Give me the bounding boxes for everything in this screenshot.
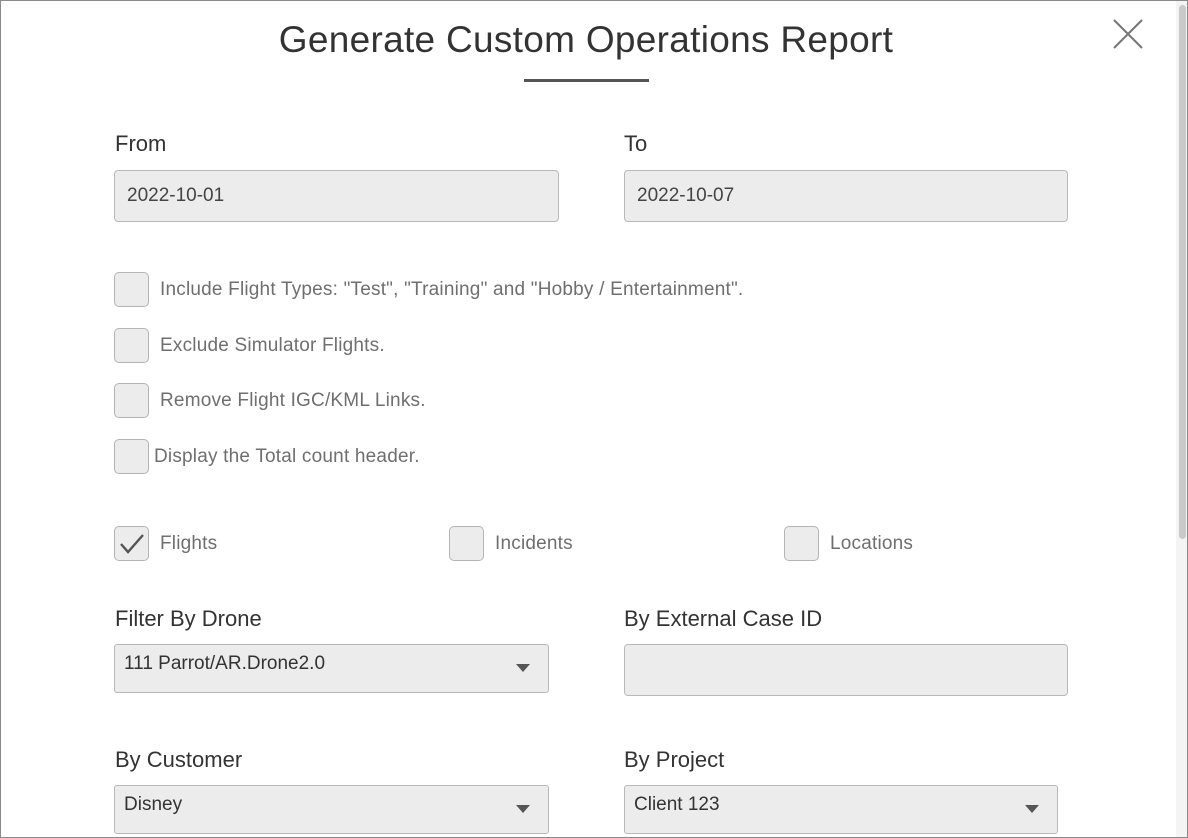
flights-checkbox[interactable] bbox=[114, 526, 149, 561]
dialog-title: Generate Custom Operations Report bbox=[278, 19, 894, 60]
filter-drone-label: Filter By Drone bbox=[115, 606, 262, 631]
chevron-down-icon bbox=[516, 664, 530, 672]
from-label: From bbox=[115, 131, 167, 156]
to-label: To bbox=[624, 131, 648, 156]
locations-checkbox[interactable] bbox=[784, 526, 819, 561]
report-dialog: Generate Custom Operations Report From 2… bbox=[0, 0, 1188, 838]
project-select-value: Client 123 bbox=[634, 794, 720, 815]
total-count-header-checkbox[interactable] bbox=[114, 439, 149, 474]
include-flight-types-label: Include Flight Types: "Test", "Training"… bbox=[160, 279, 744, 300]
close-icon bbox=[1113, 19, 1143, 49]
incidents-checkbox[interactable] bbox=[449, 526, 484, 561]
drone-select-value: 111 Parrot/AR.Drone2.0 bbox=[124, 653, 326, 674]
exclude-simulator-label: Exclude Simulator Flights. bbox=[160, 335, 385, 356]
chevron-down-icon bbox=[516, 805, 530, 813]
project-select[interactable]: Client 123 bbox=[624, 785, 1058, 834]
from-date-input[interactable]: 2022-10-01 bbox=[114, 170, 559, 222]
incidents-label: Incidents bbox=[495, 533, 573, 554]
total-count-header-label: Display the Total count header. bbox=[154, 446, 420, 467]
exclude-simulator-checkbox[interactable] bbox=[114, 328, 149, 363]
include-flight-types-checkbox[interactable] bbox=[114, 272, 149, 307]
close-button[interactable] bbox=[1111, 17, 1145, 51]
customer-select-value: Disney bbox=[124, 794, 183, 815]
drone-select[interactable]: 111 Parrot/AR.Drone2.0 bbox=[114, 644, 549, 693]
locations-label: Locations bbox=[830, 533, 914, 554]
flights-label: Flights bbox=[160, 533, 218, 554]
project-label: By Project bbox=[624, 747, 725, 772]
external-case-id-label: By External Case ID bbox=[624, 606, 823, 631]
scrollbar-thumb[interactable] bbox=[1179, 5, 1186, 539]
customer-label: By Customer bbox=[115, 747, 243, 772]
vertical-scrollbar[interactable] bbox=[1176, 1, 1187, 837]
remove-links-label: Remove Flight IGC/KML Links. bbox=[160, 390, 426, 411]
external-case-id-input[interactable] bbox=[624, 644, 1068, 696]
chevron-down-icon bbox=[1025, 805, 1039, 813]
to-date-input[interactable]: 2022-10-07 bbox=[624, 170, 1068, 222]
title-underline bbox=[524, 79, 649, 82]
checkmark-icon bbox=[120, 534, 144, 554]
remove-links-checkbox[interactable] bbox=[114, 383, 149, 418]
customer-select[interactable]: Disney bbox=[114, 785, 549, 834]
